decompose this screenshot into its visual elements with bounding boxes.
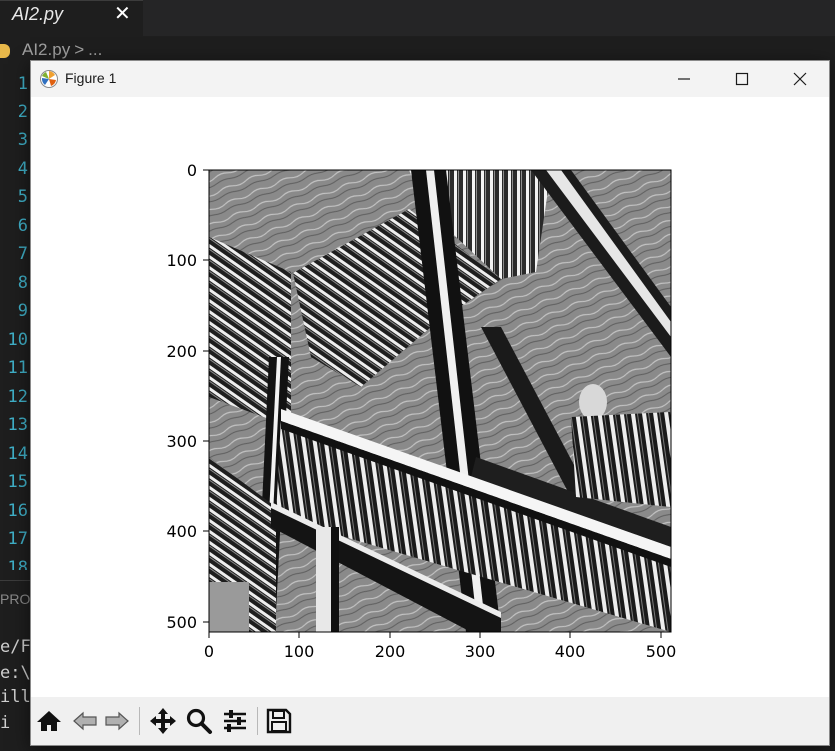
minimize-icon xyxy=(678,78,690,80)
back-button[interactable] xyxy=(69,705,101,737)
line-number: 18 xyxy=(7,558,28,570)
line-number: 9 xyxy=(17,301,28,321)
editor-tab-label: AI2.py xyxy=(12,4,64,24)
window-titlebar[interactable]: Figure 1 xyxy=(31,61,829,97)
minimize-button[interactable] xyxy=(655,61,713,97)
x-tick-label: 100 xyxy=(284,642,315,661)
line-number: 1 xyxy=(17,74,28,94)
x-tick-label: 500 xyxy=(646,642,677,661)
terminal-line: e:\ xyxy=(0,663,30,683)
maximize-icon xyxy=(735,72,749,86)
line-number: 15 xyxy=(7,472,28,492)
back-arrow-icon xyxy=(73,711,97,731)
forward-arrow-icon xyxy=(105,711,129,731)
figure-svg: 0 100 200 300 400 500 0 100 200 300 400 xyxy=(166,161,676,661)
zoom-button[interactable] xyxy=(183,705,215,737)
breadcrumb-more[interactable]: ... xyxy=(88,40,102,59)
line-number: 2 xyxy=(17,102,28,122)
terminal-line: e/F xyxy=(0,637,30,657)
line-number: 7 xyxy=(17,244,28,264)
y-tick-label: 200 xyxy=(166,342,197,361)
x-axis: 0 100 200 300 400 500 xyxy=(204,632,676,661)
x-tick-label: 300 xyxy=(465,642,496,661)
x-tick-label: 400 xyxy=(555,642,586,661)
navigation-toolbar xyxy=(31,697,829,745)
line-number: 5 xyxy=(17,187,28,207)
toolbar-separator xyxy=(257,707,258,735)
zoom-icon xyxy=(186,708,212,734)
line-number: 11 xyxy=(7,358,28,378)
x-tick-label: 0 xyxy=(204,642,214,661)
terminal-line: i xyxy=(0,713,11,733)
y-tick-label: 300 xyxy=(166,432,197,451)
x-tick-label: 200 xyxy=(375,642,406,661)
toolbar-separator xyxy=(139,707,140,735)
embossed-staircase-image xyxy=(209,170,671,632)
pan-button[interactable] xyxy=(147,705,179,737)
window-title: Figure 1 xyxy=(65,70,117,86)
line-number: 13 xyxy=(7,415,28,435)
line-number: 17 xyxy=(7,529,28,549)
line-number: 10 xyxy=(7,330,28,350)
sliders-icon xyxy=(224,710,246,732)
editor-tab-ai2[interactable]: AI2.py ✕ xyxy=(0,0,143,36)
save-button[interactable] xyxy=(263,705,295,737)
line-number: 6 xyxy=(17,216,28,236)
breadcrumb-separator: > xyxy=(74,40,85,59)
home-button[interactable] xyxy=(33,705,65,737)
configure-subplots-button[interactable] xyxy=(219,705,251,737)
editor-tab-bar: AI2.py ✕ xyxy=(0,0,835,36)
matplotlib-logo-icon xyxy=(40,70,58,88)
y-tick-label: 0 xyxy=(187,161,197,180)
line-number: 4 xyxy=(17,159,28,179)
move-icon xyxy=(150,708,176,734)
figure-canvas[interactable]: 0 100 200 300 400 500 0 100 200 300 400 xyxy=(31,97,829,697)
line-number: 3 xyxy=(17,130,28,150)
line-number: 16 xyxy=(7,501,28,521)
close-button[interactable] xyxy=(771,61,829,97)
y-tick-label: 100 xyxy=(166,251,197,270)
close-icon xyxy=(793,72,807,86)
line-number: 14 xyxy=(7,444,28,464)
line-number: 12 xyxy=(7,387,28,407)
forward-button[interactable] xyxy=(101,705,133,737)
figure-window: Figure 1 0 100 200 300 400 500 0 100 200… xyxy=(30,60,830,746)
close-icon[interactable]: ✕ xyxy=(114,1,131,25)
breadcrumb-file[interactable]: AI2.py xyxy=(22,40,70,59)
panel-tab-problems[interactable]: PROE xyxy=(0,591,30,607)
save-icon xyxy=(266,708,292,734)
y-axis: 0 100 200 300 400 500 xyxy=(166,161,209,632)
maximize-button[interactable] xyxy=(713,61,771,97)
line-number: 8 xyxy=(17,273,28,293)
y-tick-label: 500 xyxy=(166,613,197,632)
y-tick-label: 400 xyxy=(166,522,197,541)
bottom-panel: PROE e/F e:\ ill i xyxy=(0,580,30,751)
terminal-line: ill xyxy=(0,687,30,707)
home-icon xyxy=(37,711,61,731)
python-file-icon xyxy=(0,43,10,58)
